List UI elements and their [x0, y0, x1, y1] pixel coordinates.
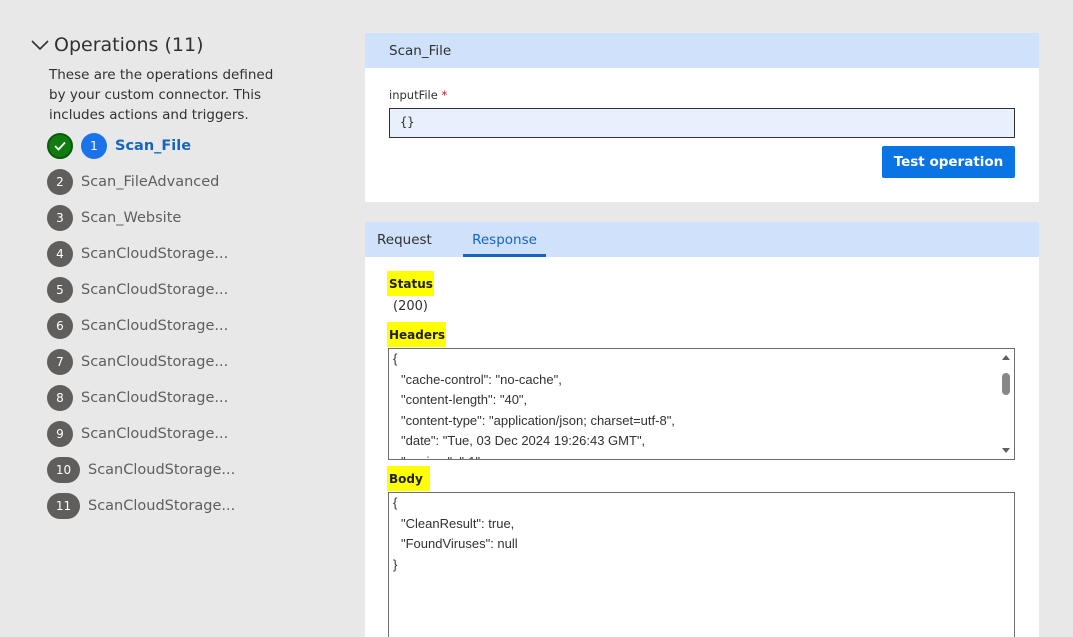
operation-label: Scan_FileAdvanced [81, 174, 220, 190]
operation-number: 1 [81, 133, 107, 159]
required-mark: * [441, 88, 448, 102]
headers-label: Headers [387, 322, 446, 347]
operation-label: ScanCloudStorage... [81, 426, 229, 442]
scroll-down-arrow-icon[interactable] [1002, 448, 1010, 453]
code-line: "FoundViruses": null [401, 536, 518, 551]
operation-number: 8 [47, 385, 73, 411]
operation-number: 11 [47, 493, 80, 519]
operation-item-10[interactable]: 10 ScanCloudStorage... [47, 456, 235, 484]
response-card: Request Response Status (200) Headers { … [365, 222, 1039, 637]
operation-item-7[interactable]: 7 ScanCloudStorage... [47, 348, 228, 376]
operation-label: Scan_File [115, 138, 192, 154]
operations-title: Operations (11) [54, 34, 204, 56]
operation-number: 6 [47, 313, 73, 339]
operation-number: 4 [47, 241, 73, 267]
input-file-label: inputFile * [389, 88, 447, 102]
status-label: Status [387, 271, 434, 296]
operation-number: 7 [47, 349, 73, 375]
operation-number: 10 [47, 457, 80, 483]
body-textbox[interactable]: { "CleanResult": true, "FoundViruses": n… [388, 492, 1015, 637]
operation-label: ScanCloudStorage... [81, 354, 229, 370]
check-icon [47, 133, 73, 159]
operation-number: 3 [47, 205, 73, 231]
operation-item-6[interactable]: 6 ScanCloudStorage... [47, 312, 228, 340]
operation-item-11[interactable]: 11 ScanCloudStorage... [47, 492, 235, 520]
operation-item-2[interactable]: 2 Scan_FileAdvanced [47, 168, 219, 196]
status-value: (200) [393, 299, 428, 314]
code-line: "content-length": "40", [401, 392, 528, 407]
operation-item-1[interactable]: 1 Scan_File [47, 132, 191, 160]
code-line: "content-type": "application/json; chars… [401, 412, 675, 428]
operation-label: ScanCloudStorage... [81, 246, 229, 262]
scrollbar-thumb[interactable] [1002, 373, 1010, 395]
operation-number: 9 [47, 421, 73, 447]
operation-label: ScanCloudStorage... [88, 462, 236, 478]
operation-item-4[interactable]: 4 ScanCloudStorage... [47, 240, 228, 268]
operations-description: These are the operations defined by your… [49, 67, 274, 123]
operations-sidebar: Operations (11) These are the operations… [0, 0, 365, 637]
tab-response[interactable]: Response [463, 222, 546, 257]
code-line: { [393, 351, 398, 366]
scroll-up-arrow-icon[interactable] [1002, 355, 1010, 360]
tab-request[interactable]: Request [377, 222, 432, 257]
operation-item-8[interactable]: 8 ScanCloudStorage... [47, 384, 228, 412]
code-line: "expires": "-1" [389, 452, 1014, 460]
operation-label: ScanCloudStorage... [81, 282, 229, 298]
code-line: } [393, 556, 398, 572]
headers-textbox[interactable]: { "cache-control": "no-cache", "content-… [388, 348, 1015, 460]
code-line: "CleanResult": true, [401, 515, 515, 531]
operation-number: 5 [47, 277, 73, 303]
operation-label: ScanCloudStorage... [81, 318, 229, 334]
operation-label: ScanCloudStorage... [81, 390, 229, 406]
operation-number: 2 [47, 169, 73, 195]
input-file-field[interactable]: {} [389, 108, 1015, 138]
operation-test-card: Scan_File inputFile * {} Test operation [365, 33, 1039, 202]
chevron-down-icon [31, 40, 49, 51]
code-line: { [393, 495, 398, 510]
operation-item-5[interactable]: 5 ScanCloudStorage... [47, 276, 228, 304]
operation-item-9[interactable]: 9 ScanCloudStorage... [47, 420, 228, 448]
operation-label: Scan_Website [81, 210, 182, 226]
headers-scrollbar[interactable] [998, 349, 1014, 459]
code-line: "cache-control": "no-cache", [401, 371, 562, 387]
operation-title: Scan_File [365, 33, 1039, 68]
test-operation-button[interactable]: Test operation [882, 146, 1015, 178]
body-label: Body [387, 466, 430, 491]
operation-label: ScanCloudStorage... [88, 498, 236, 514]
input-file-label-text: inputFile [389, 88, 438, 102]
operations-toggle[interactable]: Operations (11) [30, 34, 204, 56]
request-response-tabs: Request Response [365, 222, 1039, 257]
code-line: "date": "Tue, 03 Dec 2024 19:26:43 GMT", [401, 433, 646, 448]
operation-item-3[interactable]: 3 Scan_Website [47, 204, 181, 232]
